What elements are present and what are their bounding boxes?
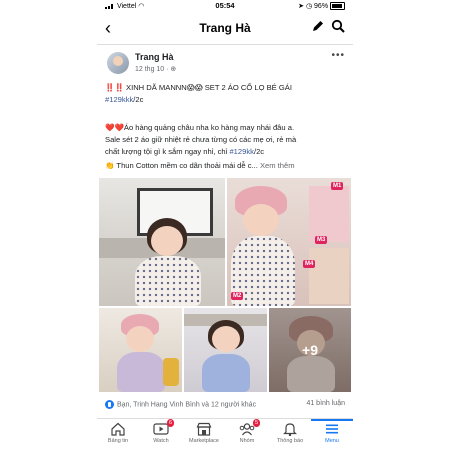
tab-notifications-label: Thông báo: [276, 438, 304, 444]
post-text-line-6: chất lượng tội gì k sắm ngay nhỉ, chỉ #1…: [105, 146, 347, 157]
status-right: ➤ ◷ 96%: [298, 2, 345, 11]
tab-home[interactable]: Bảng tin: [97, 422, 139, 444]
post-text-line-2: #129kkk/2c: [105, 94, 347, 105]
post-text-line-7: 👏 Thun Cotton mềm co dãn thoải mái dễ c.…: [105, 160, 347, 171]
post-author[interactable]: Trang Hà: [135, 52, 174, 62]
edit-pencil-icon[interactable]: [311, 19, 325, 33]
line-7-text: 👏 Thun Cotton mềm co dãn thoải mái dễ c.…: [105, 161, 258, 170]
child-figure-4: [200, 320, 252, 392]
tab-groups-label: Nhóm: [239, 438, 255, 444]
battery-percent: 96%: [314, 3, 329, 10]
photo-5[interactable]: +9: [269, 308, 351, 392]
hashtag-link-2[interactable]: #129kk: [229, 147, 254, 156]
tab-marketplace[interactable]: Marketplace: [183, 422, 225, 444]
tab-marketplace-label: Marketplace: [189, 438, 219, 444]
search-icon[interactable]: [331, 19, 345, 33]
photo-2[interactable]: M2 M3 M4 M1: [227, 178, 351, 306]
post-date[interactable]: 12 thg 10 ·: [135, 66, 168, 73]
photo-4[interactable]: [184, 308, 267, 392]
page-header: ‹ Trang Hà: [97, 14, 353, 45]
label-m2: M2: [231, 292, 244, 300]
post-text-line-1: ‼️‼️ XINH DÃ MANNN😱😱 SET 2 ÁO CỔ LỌ BÉ G…: [105, 83, 292, 92]
bottom-tab-bar: Bảng tin 6 Watch Marketplace 5 Nhóm Thôn…: [97, 418, 353, 450]
child-figure-3: [113, 314, 169, 392]
groups-badge: 5: [252, 419, 260, 427]
like-icon: [105, 400, 114, 409]
alarm-icon: ◷: [305, 3, 313, 10]
more-photos-overlay[interactable]: +9: [269, 308, 351, 392]
reactions-text: Bạn, Trinh Hang Vinh Bình và 12 người kh…: [116, 401, 257, 409]
comments-count[interactable]: 41 bình luận: [306, 400, 345, 407]
inset-m4: [309, 248, 349, 304]
inset-m3: [309, 186, 349, 242]
globe-icon: ⊕: [170, 66, 177, 73]
bell-icon: [283, 423, 297, 436]
label-m1: M1: [331, 182, 344, 190]
see-more-link[interactable]: Xem thêm: [260, 161, 295, 170]
line-6-prefix: chất lượng tội gì k sắm ngay nhỉ, chỉ: [105, 147, 230, 156]
tab-home-label: Bảng tin: [107, 438, 129, 444]
label-m3: M3: [315, 236, 328, 244]
price-suffix: /2c: [133, 95, 144, 104]
phone-screen: Viettel ◠ 05:54 ➤ ◷ 96% ‹ Trang Hà Trang…: [97, 0, 353, 450]
author-avatar[interactable]: [107, 52, 129, 74]
post-meta: 12 thg 10 · ⊕: [135, 65, 176, 73]
reactions-summary[interactable]: Bạn, Trinh Hang Vinh Bình và 12 người kh…: [105, 400, 256, 409]
label-m4: M4: [303, 260, 316, 268]
child-figure-2: [229, 186, 299, 306]
active-tab-indicator: [311, 419, 353, 421]
watch-badge: 6: [166, 419, 174, 427]
tab-notifications[interactable]: Thông báo: [269, 422, 311, 444]
tab-menu[interactable]: Menu: [311, 422, 353, 444]
tab-watch[interactable]: 6 Watch: [140, 419, 182, 444]
photo-3[interactable]: [99, 308, 182, 392]
line-6-suffix: /2c: [253, 147, 265, 156]
marketplace-icon: [196, 422, 212, 436]
battery-icon: [330, 2, 345, 11]
location-icon: ➤: [298, 3, 305, 10]
groups-icon: 5: [239, 419, 260, 436]
tab-watch-label: Watch: [153, 438, 169, 444]
tab-menu-label: Menu: [325, 438, 339, 444]
post-text-line-4: ❤️❤️Áo hàng quảng châu nha ko hàng may n…: [105, 123, 295, 132]
menu-icon: [326, 424, 338, 434]
tab-groups[interactable]: 5 Nhóm: [226, 419, 268, 444]
child-figure: [129, 218, 209, 306]
hashtag-link[interactable]: #129kkk: [105, 95, 133, 104]
home-icon: [111, 422, 125, 436]
post-options-icon[interactable]: •••: [331, 50, 345, 61]
status-bar: Viettel ◠ 05:54 ➤ ◷ 96%: [97, 0, 353, 12]
watch-icon: 6: [153, 419, 174, 436]
toy: [163, 358, 179, 386]
photo-1[interactable]: [99, 178, 225, 306]
post-text-line-5: Sale sét 2 áo giữ nhiệt rẻ chưa từng có …: [105, 135, 297, 144]
